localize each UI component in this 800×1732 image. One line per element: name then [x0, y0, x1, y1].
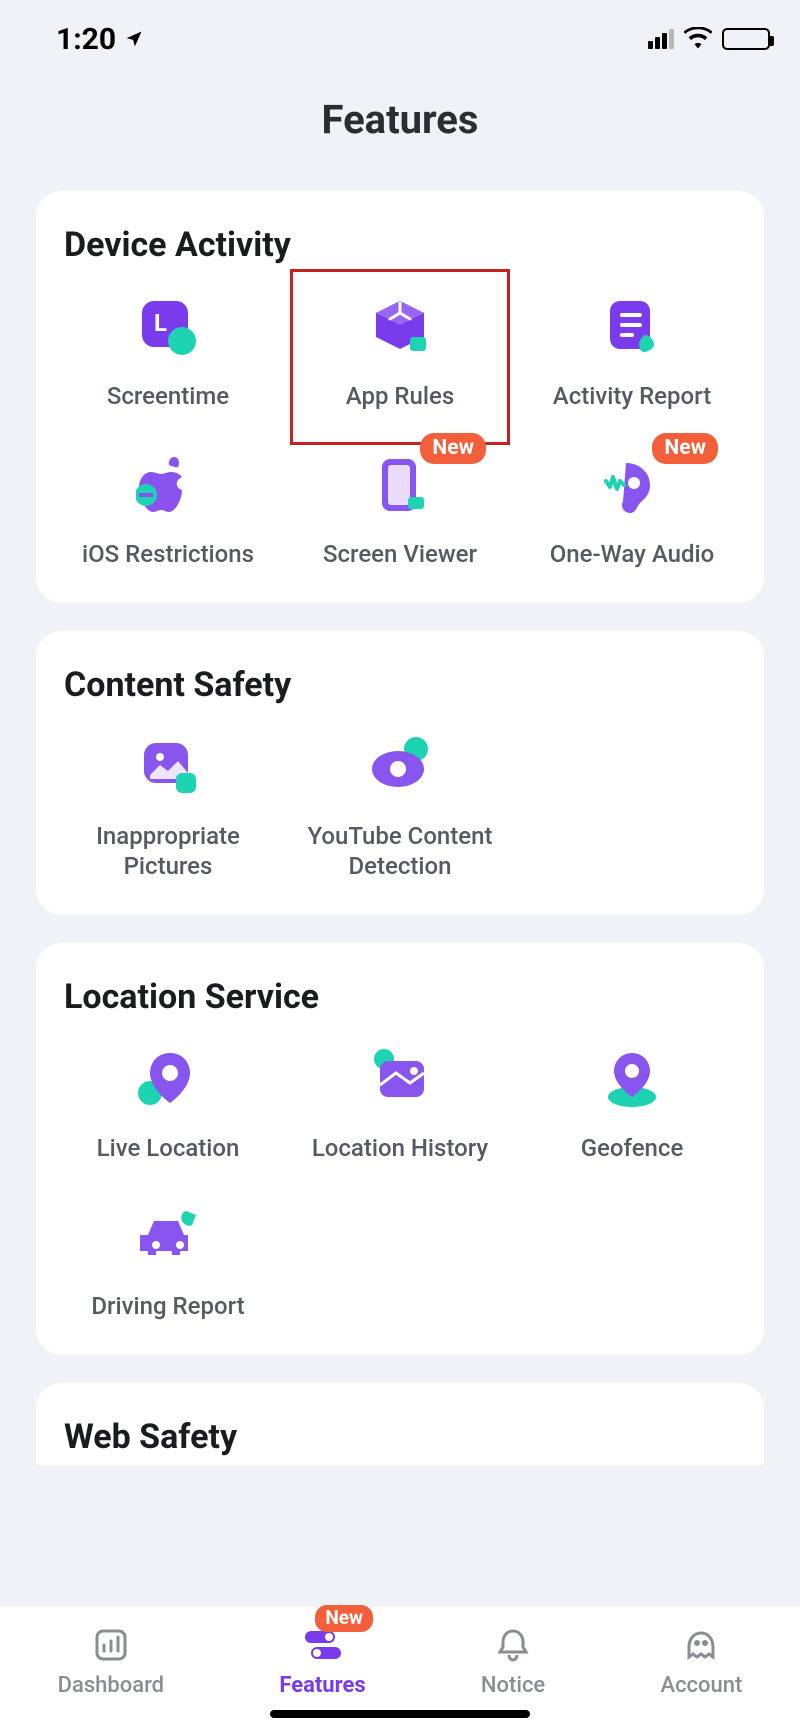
ghost-icon	[677, 1623, 725, 1667]
feature-inappropriate-pictures[interactable]: Inappropriate Pictures	[52, 731, 284, 881]
feature-one-way-audio[interactable]: New One-Way Audio	[516, 449, 748, 569]
section-title-web-safety: Web Safety	[64, 1417, 748, 1457]
feature-ios-restrictions[interactable]: iOS Restrictions	[52, 449, 284, 569]
status-bar: 1:20	[0, 0, 800, 60]
feature-label: Location History	[312, 1133, 488, 1163]
feature-label: Live Location	[97, 1133, 240, 1163]
feature-label: Activity Report	[553, 381, 711, 411]
nav-label: Account	[660, 1673, 742, 1698]
section-location-service: Location Service Live Location	[36, 943, 764, 1355]
pin-icon	[132, 1043, 204, 1115]
nav-label: Notice	[481, 1673, 545, 1698]
feature-live-location[interactable]: Live Location	[52, 1043, 284, 1163]
map-icon	[364, 1043, 436, 1115]
feature-label: One-Way Audio	[550, 539, 715, 569]
feature-label: YouTube Content Detection	[300, 821, 500, 881]
car-icon	[132, 1201, 204, 1273]
bell-icon	[489, 1623, 537, 1667]
svg-text:L: L	[154, 309, 167, 337]
apple-icon	[132, 449, 204, 521]
new-badge: New	[652, 433, 718, 464]
feature-activity-report[interactable]: Activity Report	[516, 291, 748, 411]
status-left: 1:20	[56, 22, 144, 57]
nav-notice[interactable]: Notice	[481, 1623, 545, 1698]
feature-location-history[interactable]: Location History	[284, 1043, 516, 1163]
dashboard-icon	[87, 1623, 135, 1667]
feature-label: Screentime	[107, 381, 229, 411]
location-services-icon	[124, 22, 144, 57]
feature-label: Driving Report	[91, 1291, 244, 1321]
feature-label: Screen Viewer	[323, 539, 477, 569]
feature-label: iOS Restrictions	[82, 539, 254, 569]
feature-driving-report[interactable]: Driving Report	[52, 1201, 284, 1321]
feature-youtube-detection[interactable]: YouTube Content Detection	[284, 731, 516, 881]
cube-icon	[364, 291, 436, 363]
section-web-safety: Web Safety	[36, 1383, 764, 1465]
eye-icon	[364, 731, 436, 803]
feature-label: Geofence	[581, 1133, 684, 1163]
nav-features[interactable]: New Features	[279, 1623, 365, 1698]
new-badge: New	[420, 433, 486, 464]
clock-icon: L	[132, 291, 204, 363]
section-title-location-service: Location Service	[64, 977, 748, 1017]
cellular-signal-icon	[648, 29, 674, 49]
nav-dashboard[interactable]: Dashboard	[58, 1623, 164, 1698]
report-icon	[596, 291, 668, 363]
feature-app-rules[interactable]: App Rules	[284, 291, 516, 411]
nav-account[interactable]: Account	[660, 1623, 742, 1698]
bottom-nav: Dashboard New Features Notice	[0, 1606, 800, 1732]
image-icon	[132, 731, 204, 803]
feature-screentime[interactable]: L Screentime	[52, 291, 284, 411]
page-title: Features	[0, 96, 800, 143]
home-indicator[interactable]	[270, 1710, 530, 1718]
geofence-icon	[596, 1043, 668, 1115]
status-time: 1:20	[56, 22, 116, 57]
nav-label: Features	[279, 1673, 365, 1698]
feature-geofence[interactable]: Geofence	[516, 1043, 748, 1163]
section-device-activity: Device Activity L Screentime	[36, 191, 764, 603]
section-content-safety: Content Safety Inappropriate Pictures	[36, 631, 764, 915]
feature-label: Inappropriate Pictures	[68, 821, 268, 881]
feature-screen-viewer[interactable]: New Screen Viewer	[284, 449, 516, 569]
new-badge: New	[315, 1605, 373, 1632]
battery-icon	[722, 28, 770, 50]
status-right	[648, 22, 770, 57]
section-title-content-safety: Content Safety	[64, 665, 748, 705]
feature-label: App Rules	[346, 381, 454, 411]
section-title-device-activity: Device Activity	[64, 225, 748, 265]
wifi-icon	[684, 22, 712, 57]
nav-label: Dashboard	[58, 1673, 164, 1698]
